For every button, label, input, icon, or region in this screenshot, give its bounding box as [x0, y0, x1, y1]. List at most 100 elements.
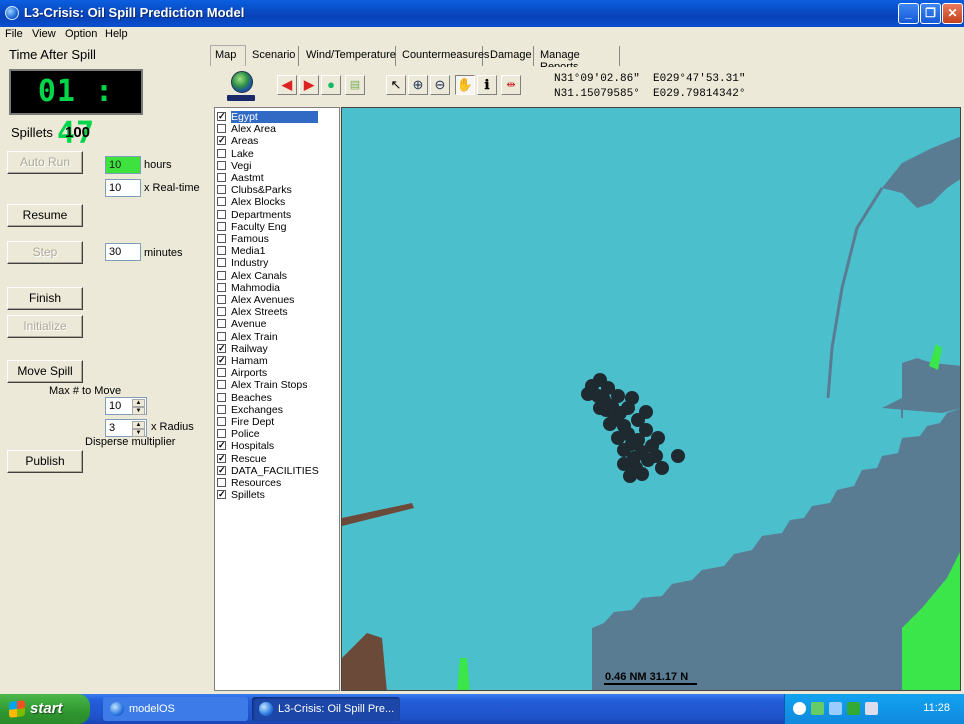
tray-display-icon[interactable]: [829, 702, 842, 715]
folder-icon[interactable]: ▤: [345, 75, 365, 95]
layer-checkbox[interactable]: [217, 124, 226, 134]
layer-checkbox[interactable]: [217, 464, 226, 476]
layer-item[interactable]: Departments: [217, 209, 337, 221]
layer-item[interactable]: Media1: [217, 245, 337, 257]
layer-checkbox[interactable]: [217, 209, 226, 219]
menu-help[interactable]: Help: [105, 28, 128, 40]
menu-option[interactable]: Option: [65, 28, 97, 40]
menu-file[interactable]: File: [5, 28, 23, 40]
spin-up-icon[interactable]: ▲: [132, 421, 145, 429]
menu-view[interactable]: View: [32, 28, 56, 40]
map-canvas[interactable]: 0.46 NM 31.17 N: [342, 108, 961, 691]
initialize-button[interactable]: Initialize: [7, 315, 83, 338]
layer-item[interactable]: Alex Train: [217, 331, 337, 343]
layer-checkbox[interactable]: [217, 354, 226, 366]
layer-checkbox[interactable]: [217, 307, 226, 317]
zoom-in-icon[interactable]: ⊕: [408, 75, 428, 95]
close-button[interactable]: ✕: [942, 3, 963, 24]
spin-down-icon[interactable]: ▼: [132, 407, 145, 415]
minutes-input[interactable]: 30: [105, 243, 141, 261]
max-move-spinner[interactable]: ▲ ▼: [132, 399, 145, 415]
layer-checkbox[interactable]: [217, 258, 226, 268]
max-move-stepper[interactable]: 10 ▲ ▼: [105, 397, 147, 415]
layer-checkbox[interactable]: [217, 110, 226, 122]
pointer-icon[interactable]: ↖: [386, 75, 406, 95]
hours-input[interactable]: 10: [105, 156, 141, 174]
finish-button[interactable]: Finish: [7, 287, 83, 310]
tray-security-icon[interactable]: [847, 702, 860, 715]
tray-volume-icon[interactable]: [865, 702, 878, 715]
globe-icon[interactable]: ●: [321, 75, 341, 95]
layer-item[interactable]: Lake: [217, 148, 337, 160]
layer-checkbox[interactable]: [217, 270, 226, 280]
step-button[interactable]: Step: [7, 241, 83, 264]
layer-checkbox[interactable]: [217, 221, 226, 231]
layer-item[interactable]: Areas: [217, 134, 337, 147]
layer-item[interactable]: Hospitals: [217, 439, 337, 452]
layer-checkbox[interactable]: [217, 380, 226, 390]
layer-checkbox[interactable]: [217, 417, 226, 426]
layer-item[interactable]: Railway: [217, 342, 337, 355]
minimize-button[interactable]: _: [898, 3, 919, 24]
layer-checkbox[interactable]: [217, 282, 226, 292]
zoom-out-icon[interactable]: ⊖: [430, 75, 450, 95]
layer-list[interactable]: EgyptAlex AreaAreasLakeVegiAastmtClubs&P…: [214, 107, 340, 691]
tab-manage-reports[interactable]: Manage Reports: [536, 46, 620, 73]
layer-item[interactable]: Fire Dept: [217, 416, 337, 428]
layer-item[interactable]: Industry: [217, 257, 337, 269]
layer-item[interactable]: Exchanges: [217, 404, 337, 416]
start-button[interactable]: start: [0, 694, 90, 724]
layer-checkbox[interactable]: [217, 429, 226, 439]
spin-up-icon[interactable]: ▲: [132, 399, 145, 407]
layer-item[interactable]: Beaches: [217, 392, 337, 404]
radius-spinner[interactable]: ▲ ▼: [132, 421, 145, 437]
layer-checkbox[interactable]: [217, 173, 226, 182]
tray-network-icon[interactable]: [811, 702, 824, 715]
forward-arrow-icon[interactable]: ▶: [299, 75, 319, 95]
layer-checkbox[interactable]: [217, 452, 226, 464]
task-modelos[interactable]: modelOS: [103, 697, 248, 721]
back-arrow-icon[interactable]: ◀: [277, 75, 297, 95]
layer-item[interactable]: Police: [217, 428, 337, 440]
layer-item[interactable]: Alex Canals: [217, 270, 337, 282]
layer-checkbox[interactable]: [217, 342, 226, 354]
layer-checkbox[interactable]: [217, 368, 226, 378]
tab-countermeasures[interactable]: Countermeasures: [398, 46, 489, 66]
layer-checkbox[interactable]: [217, 488, 226, 500]
publish-button[interactable]: Publish: [7, 450, 83, 473]
layer-item[interactable]: Aastmt: [217, 172, 337, 184]
layer-checkbox[interactable]: [217, 160, 226, 170]
layer-item[interactable]: Clubs&Parks: [217, 184, 337, 196]
layer-item[interactable]: Famous: [217, 233, 337, 245]
move-spill-button[interactable]: Move Spill: [7, 360, 83, 383]
layer-checkbox[interactable]: [217, 319, 226, 329]
layer-item[interactable]: Alex Streets: [217, 306, 337, 318]
layer-checkbox[interactable]: [217, 246, 226, 256]
app-globe-icon[interactable]: [5, 6, 19, 20]
tab-damage[interactable]: Damage: [486, 46, 534, 66]
tab-map[interactable]: Map: [210, 45, 246, 66]
layer-checkbox[interactable]: [217, 439, 226, 451]
layer-item[interactable]: Egypt: [217, 110, 337, 123]
layer-item[interactable]: Airports: [217, 367, 337, 379]
layer-item[interactable]: Alex Blocks: [217, 196, 337, 208]
radius-stepper[interactable]: 3 ▲ ▼: [105, 419, 147, 437]
map-view[interactable]: 0.46 NM 31.17 N: [341, 107, 961, 691]
layer-item[interactable]: Alex Avenues: [217, 294, 337, 306]
layer-checkbox[interactable]: [217, 295, 226, 304]
layer-item[interactable]: Alex Train Stops: [217, 379, 337, 391]
layer-checkbox[interactable]: [217, 404, 226, 414]
layer-checkbox[interactable]: [217, 331, 226, 341]
layer-checkbox[interactable]: [217, 392, 226, 402]
restore-button[interactable]: ❐: [920, 3, 941, 24]
layer-item[interactable]: Vegi: [217, 160, 337, 172]
tab-wind-temperature[interactable]: Wind/Temperature: [302, 46, 396, 66]
pan-hand-icon[interactable]: ✋: [455, 75, 475, 95]
layer-item[interactable]: Alex Area: [217, 123, 337, 135]
info-icon[interactable]: ℹ: [477, 75, 497, 95]
layer-item[interactable]: Resources: [217, 477, 337, 489]
tray-chevron-icon[interactable]: [793, 702, 806, 715]
layer-item[interactable]: DATA_FACILITIES: [217, 464, 337, 477]
layer-checkbox[interactable]: [217, 185, 226, 195]
layer-checkbox[interactable]: [217, 148, 226, 158]
